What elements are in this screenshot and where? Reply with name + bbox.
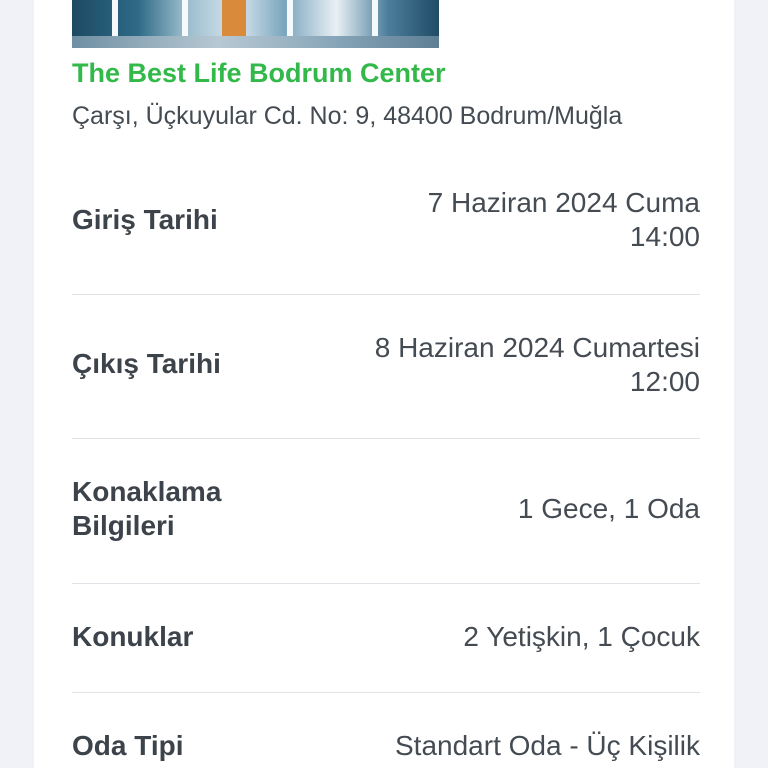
stay-label-line2: Bilgileri bbox=[72, 510, 175, 541]
stay-value: 1 Gece, 1 Oda bbox=[517, 493, 700, 524]
photo-detail bbox=[222, 0, 246, 36]
room-type-value: Standart Oda - Üç Kişilik bbox=[395, 730, 700, 761]
hotel-name-link[interactable]: The Best Life Bodrum Center bbox=[72, 58, 446, 89]
guests-value: 2 Yetişkin, 1 Çocuk bbox=[463, 621, 700, 652]
checkin-date: 7 Haziran 2024 Cuma bbox=[427, 187, 700, 218]
guests-label: Konuklar bbox=[72, 621, 194, 652]
checkout-time: 12:00 bbox=[629, 366, 700, 397]
photo-detail bbox=[287, 0, 293, 40]
checkin-value: 7 Haziran 2024 Cuma 14:00 bbox=[428, 186, 700, 254]
photo-detail bbox=[72, 36, 439, 48]
detail-row-guests: Konuklar 2 Yetişkin, 1 Çocuk bbox=[72, 584, 700, 693]
stay-label: Konaklama Bilgileri bbox=[72, 475, 221, 543]
checkin-label: Giriş Tarihi bbox=[72, 204, 218, 235]
detail-row-checkout: Çıkış Tarihi 8 Haziran 2024 Cumartesi 12… bbox=[72, 295, 700, 439]
stay-label-line1: Konaklama bbox=[72, 476, 222, 507]
detail-row-checkin: Giriş Tarihi 7 Haziran 2024 Cuma 14:00 bbox=[72, 150, 700, 295]
hotel-address: Çarşı, Üçkuyular Cd. No: 9, 48400 Bodrum… bbox=[72, 102, 623, 130]
photo-detail bbox=[112, 0, 118, 40]
detail-row-stay: Konaklama Bilgileri 1 Gece, 1 Oda bbox=[72, 439, 700, 584]
hotel-photo[interactable] bbox=[72, 0, 439, 48]
room-type-label: Oda Tipi bbox=[72, 730, 184, 761]
checkout-date: 8 Haziran 2024 Cumartesi bbox=[374, 332, 700, 363]
photo-detail bbox=[182, 0, 188, 40]
checkin-time: 14:00 bbox=[629, 221, 700, 252]
checkout-value: 8 Haziran 2024 Cumartesi 12:00 bbox=[375, 331, 700, 399]
photo-detail bbox=[372, 0, 378, 40]
checkout-label: Çıkış Tarihi bbox=[72, 348, 221, 379]
detail-row-room-type: Oda Tipi Standart Oda - Üç Kişilik bbox=[72, 693, 700, 768]
